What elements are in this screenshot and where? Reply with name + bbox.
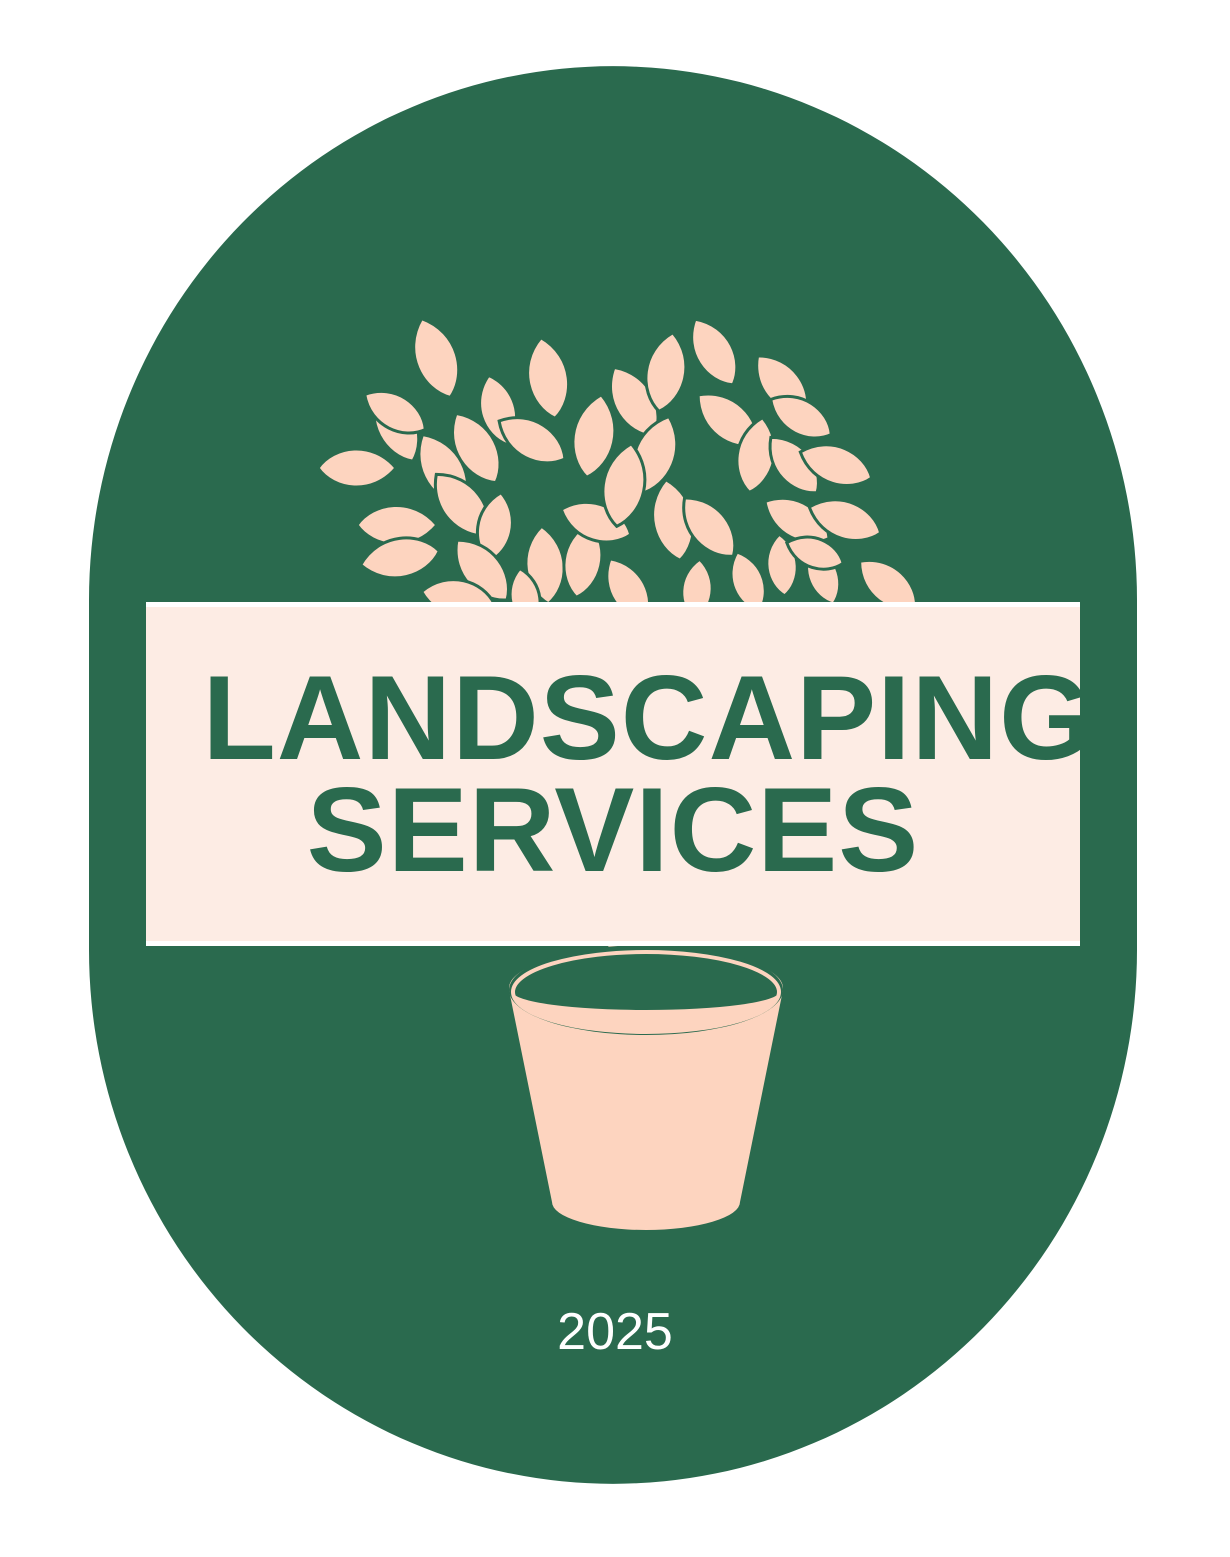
title-banner: LANDSCAPING SERVICES <box>146 602 1093 946</box>
title-line-1: LANDSCAPING <box>202 651 1094 785</box>
year-label: 2025 <box>557 1303 673 1361</box>
title-line-2: SERVICES <box>306 763 920 897</box>
